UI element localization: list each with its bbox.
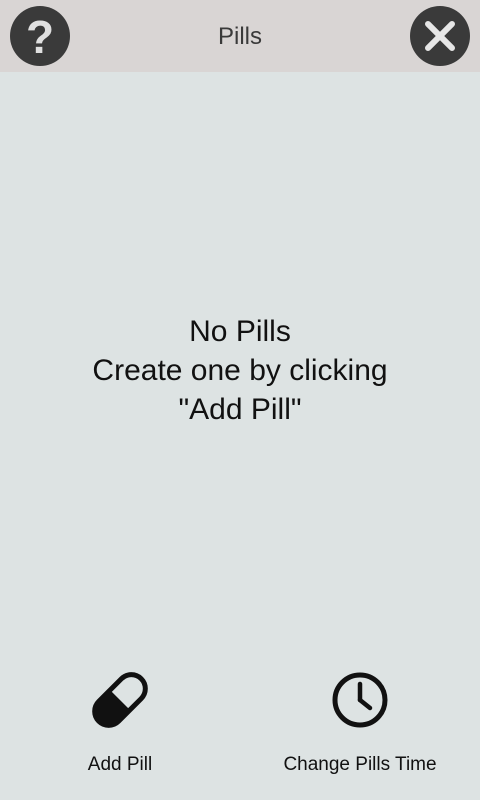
close-button[interactable]	[410, 6, 470, 66]
empty-state-hint: Create one by clicking	[92, 354, 388, 387]
clock-icon	[320, 660, 400, 740]
add-pill-button[interactable]: Add Pill	[40, 660, 200, 790]
help-button[interactable]: ?	[10, 6, 70, 66]
empty-state-message: No Pills Create one by clicking "Add Pil…	[20, 312, 460, 429]
pill-icon	[80, 660, 160, 740]
add-pill-label: Add Pill	[87, 754, 153, 775]
change-pills-time-button[interactable]: Change Pills Time	[260, 660, 460, 790]
question-mark-icon: ?	[25, 11, 55, 63]
top-bar: ? Pills	[0, 0, 480, 72]
empty-state-title: No Pills	[189, 315, 291, 348]
empty-state-hint-action: "Add Pill"	[178, 393, 302, 426]
change-pills-time-label: Change Pills Time	[283, 754, 437, 775]
close-x-icon	[425, 21, 455, 51]
page-title: Pills	[217, 23, 262, 50]
